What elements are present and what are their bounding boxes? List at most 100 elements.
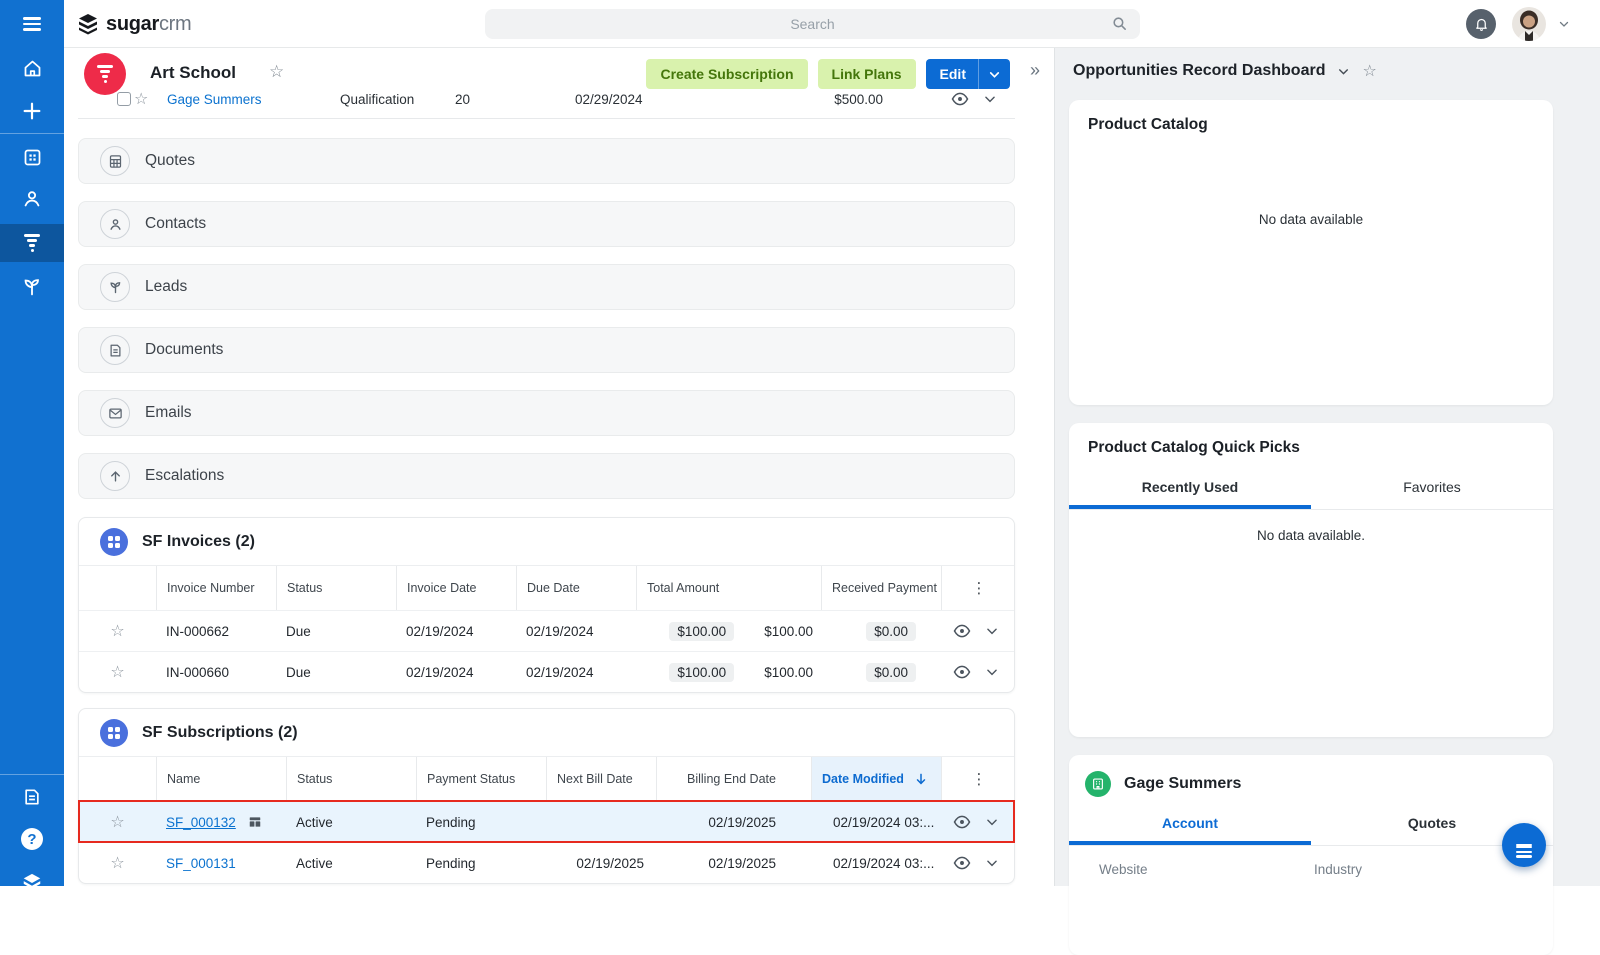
create-subscription-button[interactable]: Create Subscription bbox=[646, 59, 807, 89]
col-received-payment[interactable]: Received Payment bbox=[821, 566, 941, 610]
topbar: sugarcrm Search bbox=[64, 0, 1600, 48]
notifications-button[interactable] bbox=[1466, 9, 1496, 39]
subscription-row[interactable]: ☆ SF_000131 Active Pending 02/19/2025 02… bbox=[79, 842, 1014, 883]
col-status[interactable]: Status bbox=[286, 757, 416, 801]
dashboard-actions-fab[interactable] bbox=[1502, 823, 1546, 867]
dashboard-star-icon[interactable]: ☆ bbox=[1362, 61, 1376, 81]
record-view-main: Art School ☆ Create Subscription Link Pl… bbox=[64, 48, 1054, 886]
sidebar-item-home[interactable] bbox=[0, 49, 64, 87]
sugarcrm-logo-icon bbox=[76, 12, 100, 36]
amount: $500.00 bbox=[823, 92, 883, 107]
col-invoice-number[interactable]: Invoice Number bbox=[156, 566, 276, 610]
invoice-status: Due bbox=[276, 665, 396, 680]
product-catalog-empty: No data available bbox=[1069, 212, 1553, 227]
preview-eye-icon[interactable] bbox=[953, 813, 971, 831]
preview-eye-icon[interactable] bbox=[951, 90, 969, 108]
col-date-modified-sorted[interactable]: Date Modified bbox=[811, 757, 941, 801]
sidebar-item-accounts[interactable] bbox=[0, 138, 64, 176]
row-star-icon[interactable]: ☆ bbox=[110, 812, 124, 832]
preview-eye-icon[interactable] bbox=[953, 663, 971, 681]
sidebar-item-contacts[interactable] bbox=[0, 180, 64, 218]
opportunity-module-badge[interactable] bbox=[84, 53, 126, 95]
panel-contacts[interactable]: Contacts bbox=[78, 201, 1015, 247]
collapse-dashboard-icon[interactable]: » bbox=[1030, 60, 1040, 81]
total-amount-badge: $100.00 bbox=[669, 622, 734, 641]
main-menu-button[interactable] bbox=[0, 5, 64, 43]
tab-favorites[interactable]: Favorites bbox=[1311, 471, 1553, 509]
panel-emails[interactable]: Emails bbox=[78, 390, 1015, 436]
row-star-icon[interactable]: ☆ bbox=[110, 853, 124, 873]
favorite-star-icon[interactable]: ☆ bbox=[269, 62, 284, 82]
invoice-row[interactable]: ☆ IN-000662 Due 02/19/2024 02/19/2024 $1… bbox=[79, 610, 1014, 651]
help-icon: ? bbox=[21, 828, 43, 850]
opportunity-list-row-clipped[interactable]: ☆ Gage Summers Qualification 20 02/29/20… bbox=[78, 90, 1015, 119]
panel-label: Leads bbox=[145, 278, 187, 296]
sidebar-item-notes[interactable] bbox=[0, 778, 64, 816]
edit-button[interactable]: Edit bbox=[926, 59, 1010, 89]
col-payment-status[interactable]: Payment Status bbox=[416, 757, 546, 801]
col-billing-end-date[interactable]: Billing End Date bbox=[656, 757, 811, 801]
link-plans-button[interactable]: Link Plans bbox=[818, 59, 916, 89]
opportunity-link[interactable]: Gage Summers bbox=[167, 92, 262, 107]
escalations-arrow-up-icon bbox=[108, 469, 123, 484]
preview-eye-icon[interactable] bbox=[953, 622, 971, 640]
col-status[interactable]: Status bbox=[276, 566, 396, 610]
row-star-icon[interactable]: ☆ bbox=[110, 621, 124, 641]
dashboard-title: Opportunities Record Dashboard bbox=[1073, 62, 1325, 80]
tab-recently-used[interactable]: Recently Used bbox=[1069, 471, 1311, 509]
total-amount-badge: $100.00 bbox=[669, 663, 734, 682]
panel-documents[interactable]: Documents bbox=[78, 327, 1015, 373]
sidebar-divider-bottom bbox=[0, 774, 64, 775]
quotes-calculator-icon bbox=[108, 154, 123, 169]
col-next-bill-date[interactable]: Next Bill Date bbox=[546, 757, 656, 801]
row-star-icon[interactable]: ☆ bbox=[134, 90, 148, 109]
panel-quotes[interactable]: Quotes bbox=[78, 138, 1015, 184]
global-search-input[interactable]: Search bbox=[485, 9, 1140, 39]
sidebar-item-create[interactable] bbox=[0, 92, 64, 130]
edit-caret-icon[interactable] bbox=[979, 68, 1010, 81]
user-avatar[interactable] bbox=[1512, 7, 1546, 41]
col-total-amount[interactable]: Total Amount bbox=[636, 566, 821, 610]
dashboard-caret-icon[interactable] bbox=[1337, 65, 1350, 78]
row-star-icon[interactable]: ☆ bbox=[110, 662, 124, 682]
row-caret-icon[interactable] bbox=[985, 624, 999, 638]
table-menu-icon[interactable]: ⋮ bbox=[941, 566, 1016, 610]
product-catalog-card: Product Catalog No data available bbox=[1069, 100, 1553, 405]
sort-desc-icon bbox=[914, 772, 928, 786]
col-due-date[interactable]: Due Date bbox=[516, 566, 636, 610]
quick-picks-title: Product Catalog Quick Picks bbox=[1069, 423, 1553, 457]
invoice-row[interactable]: ☆ IN-000660 Due 02/19/2024 02/19/2024 $1… bbox=[79, 651, 1014, 692]
received-payment-badge: $0.00 bbox=[866, 622, 916, 641]
user-menu-caret-icon[interactable] bbox=[1558, 18, 1570, 30]
opportunities-filter-icon bbox=[24, 231, 40, 254]
row-caret-icon[interactable] bbox=[985, 665, 999, 679]
sf-subscriptions-header[interactable]: SF Subscriptions (2) bbox=[79, 709, 1014, 757]
panel-escalations[interactable]: Escalations bbox=[78, 453, 1015, 499]
row-caret-icon[interactable] bbox=[985, 856, 999, 870]
table-menu-icon[interactable]: ⋮ bbox=[941, 757, 1016, 801]
subscription-row-selected[interactable]: ☆ SF_000132 Active Pending 02/19/2025 02… bbox=[79, 801, 1014, 842]
row-caret-icon[interactable] bbox=[985, 815, 999, 829]
sidebar-item-opportunities-active[interactable] bbox=[0, 224, 64, 262]
sidebar-item-leads[interactable] bbox=[0, 268, 64, 306]
focus-drawer-icon[interactable] bbox=[248, 815, 262, 829]
row-caret-icon[interactable] bbox=[983, 92, 997, 106]
col-name[interactable]: Name bbox=[156, 757, 286, 801]
sugarcrm-logo[interactable]: sugarcrm bbox=[76, 12, 191, 36]
col-invoice-date[interactable]: Invoice Date bbox=[396, 566, 516, 610]
sales-stage: Qualification bbox=[340, 92, 414, 107]
panel-leads[interactable]: Leads bbox=[78, 264, 1015, 310]
subscription-link[interactable]: SF_000131 bbox=[166, 856, 236, 871]
focus-record-card: Gage Summers Account Quotes Website Indu… bbox=[1069, 755, 1553, 955]
tab-account[interactable]: Account bbox=[1069, 807, 1311, 845]
row-checkbox[interactable] bbox=[117, 92, 131, 106]
sf-invoices-header[interactable]: SF Invoices (2) bbox=[79, 518, 1014, 566]
sidebar-item-help[interactable]: ? bbox=[0, 820, 64, 858]
col-spacer bbox=[79, 757, 156, 801]
search-icon[interactable] bbox=[1111, 15, 1128, 32]
received-payment-badge: $0.00 bbox=[866, 663, 916, 682]
preview-eye-icon[interactable] bbox=[953, 854, 971, 872]
payment-status: Pending bbox=[416, 856, 546, 871]
subscription-link[interactable]: SF_000132 bbox=[166, 815, 236, 830]
sidebar-item-sugarcrm[interactable] bbox=[0, 864, 64, 902]
